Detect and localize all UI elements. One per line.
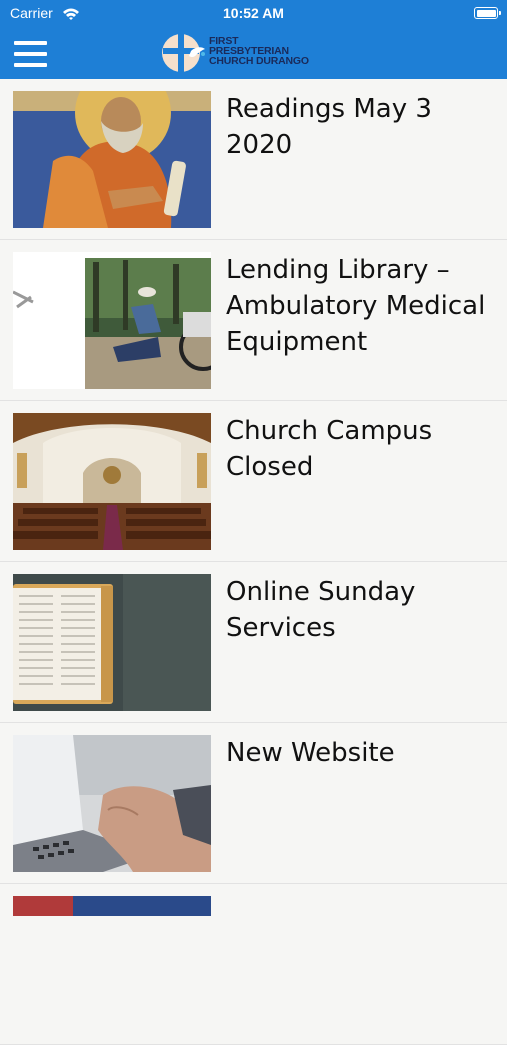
list-item[interactable]: Readings May 3 2020 xyxy=(0,79,507,240)
dove-cross-logo-icon xyxy=(162,34,205,72)
laptop-typing-photo xyxy=(13,735,211,872)
status-time: 10:52 AM xyxy=(223,5,284,21)
list-item[interactable] xyxy=(0,884,507,1045)
list-item-title: Online Sunday Services xyxy=(226,577,416,643)
list-item-title: Lending Library – Ambulatory Medical Equ… xyxy=(226,255,486,357)
hamburger-menu-button[interactable] xyxy=(14,40,47,67)
list-item-title: Readings May 3 2020 xyxy=(226,94,432,160)
bible-photo xyxy=(13,574,211,711)
list-item[interactable]: New Website xyxy=(0,723,507,884)
battery-icon xyxy=(474,7,501,19)
list-item[interactable]: Online Sunday Services xyxy=(0,562,507,723)
partial-thumbnail-image xyxy=(13,896,211,916)
church-logo: FIRST PRESBYTERIAN CHURCH DURANGO xyxy=(161,31,341,75)
church-interior-photo xyxy=(13,413,211,550)
list-item[interactable]: Church Campus Closed xyxy=(0,401,507,562)
list-item[interactable]: Lending Library – Ambulatory Medical Equ… xyxy=(0,240,507,401)
list-item-title: Church Campus Closed xyxy=(226,416,433,482)
logo-text: FIRST PRESBYTERIAN CHURCH DURANGO xyxy=(209,35,309,67)
icon-painting-image xyxy=(13,91,211,228)
status-bar: Carrier 10:52 AM xyxy=(0,0,507,28)
list-item-title: New Website xyxy=(226,738,395,768)
wheelchair-photo xyxy=(13,252,211,389)
nav-bar: FIRST PRESBYTERIAN CHURCH DURANGO xyxy=(0,28,507,79)
